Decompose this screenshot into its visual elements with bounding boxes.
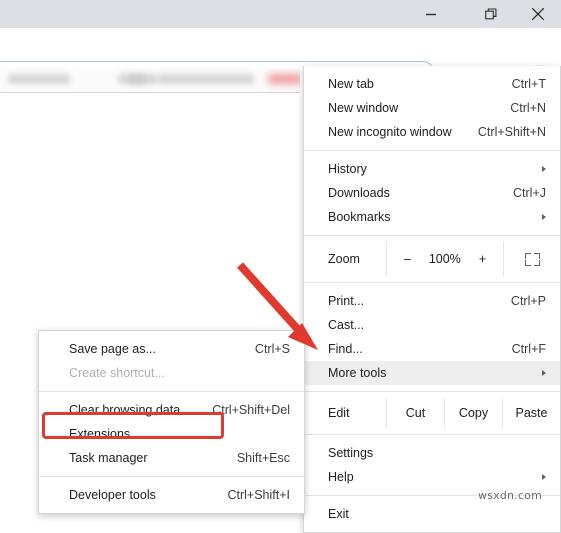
zoom-label: Zoom <box>328 252 360 266</box>
menu-item-new-tab[interactable]: New tab Ctrl+T <box>304 72 560 96</box>
menu-item-history[interactable]: History <box>304 157 560 181</box>
submenu-item-label: Task manager <box>69 451 148 465</box>
menu-item-bookmarks[interactable]: Bookmarks <box>304 205 560 229</box>
zoom-out-button[interactable]: – <box>404 252 411 266</box>
menu-separator <box>304 282 560 283</box>
menu-item-label: New tab <box>328 77 374 91</box>
watermark-text: wsxdn.com <box>478 489 542 502</box>
restore-icon <box>484 7 496 19</box>
submenu-item-extensions[interactable]: Extensions <box>39 422 304 446</box>
menu-separator <box>304 391 560 392</box>
menu-item-label: Downloads <box>328 186 390 200</box>
menu-item-shortcut: Ctrl+P <box>510 294 546 308</box>
submenu-item-shortcut: Ctrl+S <box>254 342 290 356</box>
menu-item-label: More tools <box>328 366 387 380</box>
submenu-item-label: Create shortcut... <box>69 366 165 380</box>
submenu-item-shortcut: Shift+Esc <box>236 451 290 465</box>
browser-toolbar: ☆ G M <box>0 28 561 90</box>
menu-item-label: Cast... <box>328 318 365 332</box>
submenu-item-label: Save page as... <box>69 342 156 356</box>
submenu-item-shortcut: Ctrl+Shift+Del <box>212 403 290 417</box>
menu-item-shortcut: Ctrl+T <box>511 77 546 91</box>
submenu-item-save-page-as[interactable]: Save page as... Ctrl+S <box>39 337 304 361</box>
minimize-icon <box>426 13 436 16</box>
menu-row-edit: Edit Cut Copy Paste <box>304 398 560 428</box>
submenu-item-label: Extensions <box>69 427 131 441</box>
menu-item-label: Settings <box>328 446 374 460</box>
menu-item-shortcut: Ctrl+J <box>513 186 546 200</box>
window-restore-button[interactable] <box>468 0 514 28</box>
menu-item-new-incognito-window[interactable]: New incognito window Ctrl+Shift+N <box>304 120 560 144</box>
menu-item-print[interactable]: Print... Ctrl+P <box>304 289 560 313</box>
menu-separator <box>39 476 304 477</box>
menu-separator <box>39 391 304 392</box>
copy-button[interactable]: Copy <box>444 398 502 428</box>
menu-item-label: Help <box>328 470 354 484</box>
menu-item-help[interactable]: Help <box>304 465 560 489</box>
bookmark-chip <box>268 74 300 84</box>
menu-item-shortcut: Ctrl+F <box>511 342 546 356</box>
submenu-item-developer-tools[interactable]: Developer tools Ctrl+Shift+I <box>39 483 304 507</box>
submenu-item-create-shortcut: Create shortcut... <box>39 361 304 385</box>
zoom-in-button[interactable]: + <box>479 252 486 266</box>
menu-item-label: History <box>328 162 367 176</box>
window-close-button[interactable] <box>515 0 561 28</box>
chevron-right-icon <box>542 370 546 376</box>
chevron-right-icon <box>542 214 546 220</box>
paste-button[interactable]: Paste <box>502 398 560 428</box>
menu-item-downloads[interactable]: Downloads Ctrl+J <box>304 181 560 205</box>
menu-separator <box>304 434 560 435</box>
menu-item-label: Find... <box>328 342 363 356</box>
more-tools-submenu: Save page as... Ctrl+S Create shortcut..… <box>38 330 305 514</box>
menu-item-more-tools[interactable]: More tools <box>304 361 560 385</box>
window-minimize-button[interactable] <box>408 0 454 28</box>
bookmarks-bar <box>0 68 300 93</box>
menu-separator <box>304 235 560 236</box>
submenu-item-clear-browsing-data[interactable]: Clear browsing data... Ctrl+Shift+Del <box>39 398 304 422</box>
menu-item-label: New incognito window <box>328 125 452 139</box>
chevron-right-icon <box>542 166 546 172</box>
menu-item-find[interactable]: Find... Ctrl+F <box>304 337 560 361</box>
menu-item-label: New window <box>328 101 399 115</box>
fullscreen-icon <box>524 252 540 266</box>
zoom-controls: – 100% + <box>386 242 504 276</box>
bookmark-chip <box>8 74 70 84</box>
menu-item-new-window[interactable]: New window Ctrl+N <box>304 96 560 120</box>
menu-separator <box>304 150 560 151</box>
fullscreen-button[interactable] <box>504 242 560 276</box>
submenu-item-label: Developer tools <box>69 488 156 502</box>
submenu-item-task-manager[interactable]: Task manager Shift+Esc <box>39 446 304 470</box>
menu-item-cast[interactable]: Cast... <box>304 313 560 337</box>
edit-label: Edit <box>328 406 350 420</box>
zoom-level-value: 100% <box>428 252 461 266</box>
submenu-item-label: Clear browsing data... <box>69 403 191 417</box>
menu-row-zoom: Zoom – 100% + <box>304 242 560 276</box>
submenu-item-shortcut: Ctrl+Shift+I <box>227 488 290 502</box>
close-icon <box>531 7 545 21</box>
chrome-main-menu: New tab Ctrl+T New window Ctrl+N New inc… <box>303 66 561 533</box>
cut-button[interactable]: Cut <box>386 398 444 428</box>
browser-title-bar <box>0 0 561 28</box>
menu-item-label: Print... <box>328 294 365 308</box>
bookmark-chip <box>158 74 254 84</box>
menu-item-label: Exit <box>328 507 349 521</box>
bookmark-chip <box>128 74 146 84</box>
menu-item-shortcut: Ctrl+Shift+N <box>477 125 546 139</box>
chevron-right-icon <box>542 474 546 480</box>
menu-item-settings[interactable]: Settings <box>304 441 560 465</box>
menu-item-shortcut: Ctrl+N <box>510 101 546 115</box>
menu-item-exit[interactable]: Exit <box>304 502 560 526</box>
menu-item-label: Bookmarks <box>328 210 391 224</box>
